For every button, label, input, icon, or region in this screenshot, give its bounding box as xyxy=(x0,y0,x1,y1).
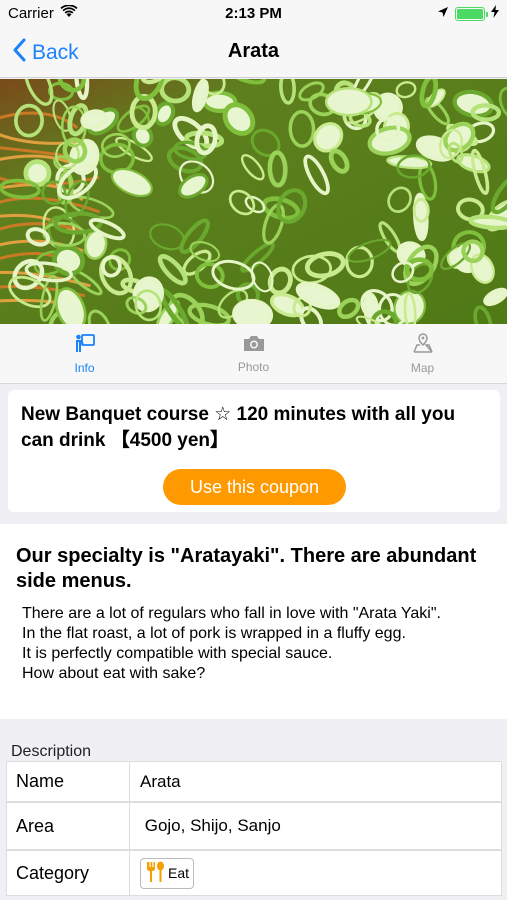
status-right xyxy=(437,5,499,22)
page-title: Arata xyxy=(227,40,280,62)
tab-photo-label: Photo xyxy=(237,359,270,374)
description-label: Name xyxy=(7,762,130,801)
coupon-card: New Banquet course ☆ 120 minutes with al… xyxy=(8,390,500,512)
description-header: Description xyxy=(11,743,92,760)
green-onion-illustration xyxy=(0,79,507,324)
segment-tab-bar: Info Photo Map xyxy=(0,324,507,384)
camera-icon xyxy=(243,334,265,355)
category-chip[interactable]: Eat xyxy=(140,857,195,889)
description-value: Arata xyxy=(140,771,181,791)
location-arrow-icon xyxy=(437,5,449,22)
description-value: Eat xyxy=(130,851,501,895)
use-coupon-button[interactable]: Use this coupon xyxy=(163,469,346,505)
description-label: Area xyxy=(7,803,130,849)
status-time: 2:13 PM xyxy=(225,5,282,22)
specialty-section: Our specialty is "Aratayaki". There are … xyxy=(0,524,507,719)
description-row-area: Area Gojo, Shijo, Sanjo xyxy=(6,802,502,850)
tab-info[interactable]: Info xyxy=(0,324,169,383)
description-section: Description Name Arata Area Gojo, Shijo,… xyxy=(0,719,507,900)
description-value: Gojo, Shijo, Sanjo xyxy=(140,816,281,835)
description-label: Category xyxy=(7,851,130,895)
tab-map-label: Map xyxy=(410,360,435,375)
navigation-bar: Back Arata xyxy=(0,28,507,78)
specialty-description: There are a lot of regulars who fall in … xyxy=(22,605,441,682)
description-row-name: Name Arata xyxy=(6,761,502,802)
battery-fill xyxy=(457,8,483,19)
coupon-title: New Banquet course ☆ 120 minutes with al… xyxy=(21,404,456,451)
tab-photo[interactable]: Photo xyxy=(169,324,338,383)
battery-tip xyxy=(486,11,488,17)
green-onion-ring xyxy=(324,86,373,117)
coupon-section: New Banquet course ☆ 120 minutes with al… xyxy=(0,384,507,522)
charging-bolt-icon xyxy=(491,5,499,22)
restaurant-hero-photo xyxy=(0,79,507,324)
tab-info-label: Info xyxy=(74,360,95,375)
map-icon xyxy=(412,332,434,356)
battery-icon xyxy=(455,6,488,21)
specialty-title: Our specialty is "Aratayaki". There are … xyxy=(16,545,477,592)
tab-map[interactable]: Map xyxy=(338,324,507,383)
description-row-category: Category Eat xyxy=(6,850,502,896)
fork-spoon-icon xyxy=(145,861,165,886)
info-board-icon xyxy=(74,333,96,356)
status-bar: Carrier 2:13 PM xyxy=(0,0,507,28)
category-label: Eat xyxy=(168,865,190,881)
